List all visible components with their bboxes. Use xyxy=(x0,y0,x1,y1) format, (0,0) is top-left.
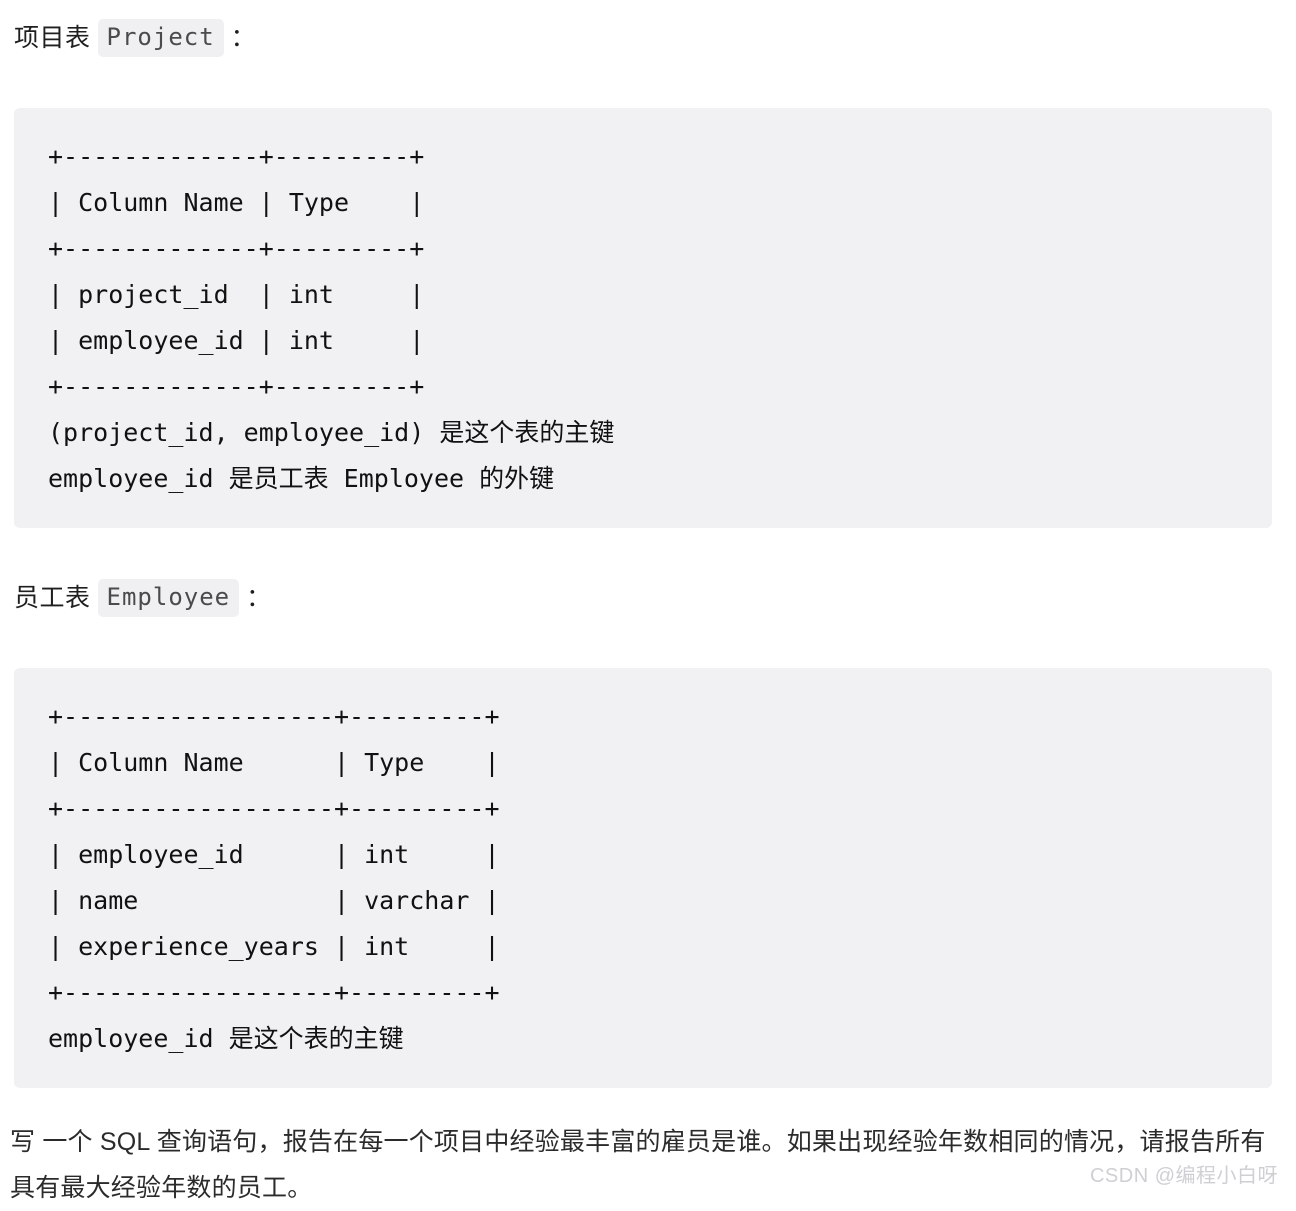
inline-code-project: Project xyxy=(97,19,224,57)
code-line: | employee_id | int | xyxy=(48,839,500,869)
code-line: | experience_years | int | xyxy=(48,931,500,961)
inline-code-employee: Employee xyxy=(97,578,240,617)
problem-statement-paragraph: 写 一个 SQL 查询语句，报告在每一个项目中经验最丰富的雇员是谁。如果出现经验… xyxy=(10,1128,1266,1202)
code-line: | Column Name | Type | xyxy=(48,747,500,777)
code-line: | project_id | int | xyxy=(48,279,425,309)
top-spacer xyxy=(0,0,1296,19)
section-heading-employee-colon: ： xyxy=(246,583,272,612)
code-line: employee_id 是这个表的主键 xyxy=(48,1023,404,1053)
code-line: +------------------+---------+ xyxy=(48,977,500,1007)
section-heading-employee-label: 员工表 xyxy=(14,583,91,612)
code-line: (project_id, employee_id) 是这个表的主键 xyxy=(48,417,615,447)
code-line: employee_id 是员工表 Employee 的外键 xyxy=(48,463,555,493)
code-block-project: +-------------+---------+ | Column Name |… xyxy=(14,107,1272,528)
section-heading-employee: 员工表 Employee ： xyxy=(0,578,1296,617)
code-line: +------------------+---------+ xyxy=(48,701,500,731)
section-heading-project-label: 项目表 xyxy=(14,23,91,52)
heading-block-gap-1 xyxy=(0,57,1296,108)
code-line: +------------------+---------+ xyxy=(48,793,500,823)
code-line: | Column Name | Type | xyxy=(48,187,425,217)
code-line: | employee_id | int | xyxy=(48,325,425,355)
code-block-employee: +------------------+---------+ | Column N… xyxy=(14,667,1272,1088)
page-root: 项目表 Project ： +-------------+---------+ |… xyxy=(0,0,1296,1202)
code-line: | name | varchar | xyxy=(48,885,500,915)
section-heading-project-colon: ： xyxy=(230,23,256,52)
csdn-watermark: CSDN @编程小白呀 xyxy=(1089,1165,1278,1187)
heading-block-gap-2 xyxy=(0,617,1296,668)
code-line: +-------------+---------+ xyxy=(48,141,425,171)
code-block-project-content: +-------------+---------+ | Column Name |… xyxy=(14,134,1272,502)
block-heading-gap-1 xyxy=(0,528,1296,579)
code-line: +-------------+---------+ xyxy=(48,233,425,263)
code-line: +-------------+---------+ xyxy=(48,371,425,401)
code-block-employee-content: +------------------+---------+ | Column N… xyxy=(14,694,1272,1062)
section-heading-project: 项目表 Project ： xyxy=(0,19,1296,57)
